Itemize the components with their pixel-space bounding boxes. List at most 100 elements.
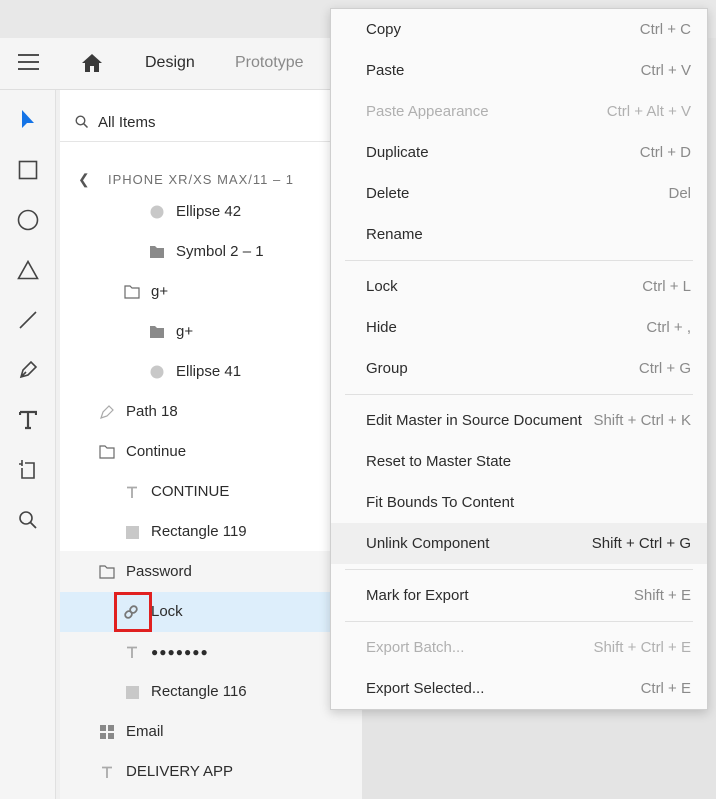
menu-divider <box>345 621 693 622</box>
shortcut: Ctrl + L <box>642 278 691 295</box>
menu-divider <box>345 394 693 395</box>
folder-outline-icon <box>99 444 115 460</box>
layer-label: Continue <box>126 443 187 460</box>
shortcut: Shift + E <box>633 587 691 604</box>
home-icon[interactable] <box>80 51 104 75</box>
pen-icon <box>99 404 115 420</box>
layer-label: CONTINUE <box>151 483 230 500</box>
shortcut: Ctrl + , <box>646 319 691 336</box>
layer-label: Rectangle 116 <box>151 683 247 700</box>
layer-row[interactable]: Continue <box>60 432 362 472</box>
layer-label: ●●●●●●● <box>151 645 209 659</box>
tab-design[interactable]: Design <box>145 54 195 72</box>
shortcut: Ctrl + C <box>639 21 691 38</box>
tab-prototype[interactable]: Prototype <box>235 54 303 72</box>
layer-label: g+ <box>176 323 194 340</box>
line-tool-icon[interactable] <box>14 306 42 334</box>
menu-item-paste-appearance: Paste Appearance Ctrl + Alt + V <box>366 103 691 120</box>
layer-row[interactable]: Symbol 2 – 1 <box>60 232 362 272</box>
layer-label: Symbol 2 – 1 <box>176 243 264 260</box>
menu-item-edit-master[interactable]: Edit Master in Source Document Shift + Ct… <box>331 400 707 441</box>
text-tool-icon[interactable] <box>14 406 42 434</box>
rectangle-icon <box>124 524 140 540</box>
layer-row[interactable]: Ellipse 42 <box>60 192 362 232</box>
context-menu: Copy Ctrl + C Paste Ctrl + V Paste Appeara… <box>330 8 708 710</box>
menu-item-export-selected[interactable]: Export Selected... Ctrl + E <box>331 668 707 709</box>
menu-divider <box>345 260 693 261</box>
text-icon <box>99 764 115 780</box>
menu-item-export-batch: Export Batch... Shift + Ctrl + E <box>366 639 691 656</box>
shortcut: Ctrl + D <box>639 144 691 161</box>
menu-item-delete[interactable]: Delete Del <box>331 173 707 214</box>
menu-item-duplicate[interactable]: Duplicate Ctrl + D <box>331 132 707 173</box>
chevron-left-icon[interactable]: ❮ <box>78 171 90 188</box>
rectangle-icon <box>124 684 140 700</box>
menu-item-fit-bounds[interactable]: Fit Bounds To Content <box>331 482 707 523</box>
layer-row[interactable]: CONTINUE <box>60 472 362 512</box>
layer-row[interactable]: Rectangle 119 <box>60 512 362 552</box>
text-icon <box>124 644 140 660</box>
select-tool-icon[interactable] <box>14 106 42 134</box>
search-icon <box>75 115 89 129</box>
layer-row[interactable]: DELIVERY APP <box>60 752 362 792</box>
layer-row[interactable]: Password <box>60 552 362 592</box>
layer-label: g+ <box>151 283 169 300</box>
shortcut: Ctrl + V <box>640 62 691 79</box>
shortcut: Ctrl + Alt + V <box>606 103 691 120</box>
layers-panel: ❮ IPHONE XR/XS MAX/11 – 1 Ellipse 42 Sym… <box>60 90 362 799</box>
layer-row-selected[interactable]: Lock <box>60 592 362 632</box>
menu-divider <box>345 569 693 570</box>
search-input[interactable] <box>98 110 348 134</box>
shortcut: Ctrl + G <box>638 360 691 377</box>
shortcut: Shift + Ctrl + E <box>593 639 691 656</box>
layer-row[interactable]: ●●●●●●● <box>60 632 362 672</box>
menu-item-lock[interactable]: Lock Ctrl + L <box>331 266 707 307</box>
menu-item-reset-master[interactable]: Reset to Master State <box>331 441 707 482</box>
layer-row[interactable]: Email <box>60 712 362 752</box>
folder-icon <box>149 244 165 260</box>
menu-item-group[interactable]: Group Ctrl + G <box>331 348 707 389</box>
app-header: Design Prototype <box>0 38 362 96</box>
layer-label: Ellipse 42 <box>176 203 242 220</box>
layer-label: Password <box>126 563 192 580</box>
shortcut: Ctrl + E <box>640 680 691 697</box>
layers-search <box>60 90 362 142</box>
layer-label: Ellipse 41 <box>176 363 242 380</box>
ellipse-icon <box>149 364 165 380</box>
layer-row[interactable]: g+ <box>60 312 362 352</box>
text-icon <box>124 484 140 500</box>
folder-icon <box>149 324 165 340</box>
tools-panel <box>0 90 56 799</box>
shortcut: Del <box>668 185 691 202</box>
shortcut: Shift + Ctrl + G <box>591 535 691 552</box>
layer-label: DELIVERY APP <box>126 763 234 780</box>
breadcrumb-label: IPHONE XR/XS MAX/11 – 1 <box>108 172 295 187</box>
hamburger-menu-icon[interactable] <box>18 54 39 71</box>
ellipse-tool-icon[interactable] <box>14 206 42 234</box>
layer-row[interactable]: Rectangle 116 <box>60 672 362 712</box>
rectangle-tool-icon[interactable] <box>14 156 42 184</box>
layer-row[interactable]: Path 18 <box>60 392 362 432</box>
menu-item-hide[interactable]: Hide Ctrl + , <box>331 307 707 348</box>
repeat-grid-icon <box>99 724 115 740</box>
menu-item-mark-for-export[interactable]: Mark for Export Shift + E <box>331 575 707 616</box>
ellipse-icon <box>149 204 165 220</box>
layer-label: Lock <box>151 603 183 620</box>
annotation-highlight-box <box>114 592 152 632</box>
menu-item-copy[interactable]: Copy Ctrl + C <box>331 9 707 50</box>
polygon-tool-icon[interactable] <box>14 256 42 284</box>
menu-item-rename[interactable]: Rename <box>331 214 707 255</box>
layer-label: Email <box>126 723 164 740</box>
shortcut: Shift + Ctrl + K <box>593 412 691 429</box>
artboard-tool-icon[interactable] <box>14 456 42 484</box>
zoom-tool-icon[interactable] <box>14 506 42 534</box>
pen-tool-icon[interactable] <box>14 356 42 384</box>
layer-row[interactable]: Ellipse 41 <box>60 352 362 392</box>
layer-row[interactable]: g+ <box>60 272 362 312</box>
layer-label: Rectangle 119 <box>151 523 247 540</box>
breadcrumb[interactable]: ❮ IPHONE XR/XS MAX/11 – 1 <box>60 168 362 190</box>
menu-item-paste[interactable]: Paste Ctrl + V <box>331 50 707 91</box>
menu-item-unlink-component[interactable]: Unlink Component Shift + Ctrl + G <box>331 523 707 564</box>
folder-outline-icon <box>124 284 140 300</box>
folder-outline-icon <box>99 564 115 580</box>
